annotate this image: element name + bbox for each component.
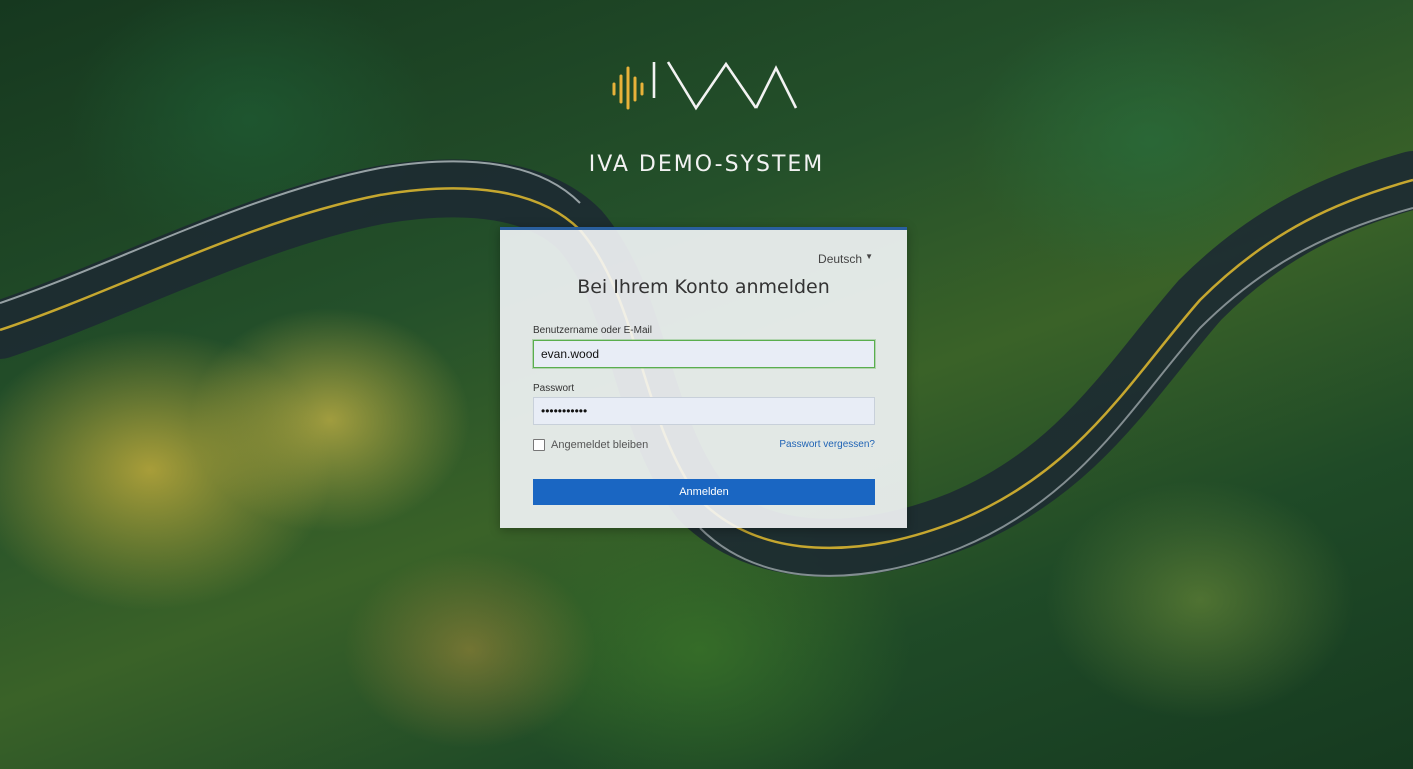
password-label: Passwort (533, 383, 575, 394)
username-input[interactable] (533, 340, 875, 368)
remember-checkbox[interactable] (533, 439, 545, 451)
login-button[interactable]: Anmelden (533, 479, 875, 505)
language-label: Deutsch (818, 252, 863, 266)
language-selector[interactable]: Deutsch ▼ (818, 252, 873, 266)
login-card: Deutsch ▼ Bei Ihrem Konto anmelden Benutz… (500, 227, 907, 528)
system-title: IVA DEMO-SYSTEM (588, 152, 825, 177)
remember-me[interactable]: Angemeldet bleiben (533, 439, 648, 451)
iva-waveform-logo-icon (612, 61, 798, 111)
username-label: Benutzername oder E-Mail (533, 325, 652, 336)
forgot-password-link[interactable]: Passwort vergessen? (779, 439, 875, 450)
chevron-down-icon: ▼ (865, 252, 873, 261)
remember-label: Angemeldet bleiben (551, 439, 649, 451)
login-title: Bei Ihrem Konto anmelden (577, 276, 830, 298)
password-input[interactable] (533, 397, 875, 425)
